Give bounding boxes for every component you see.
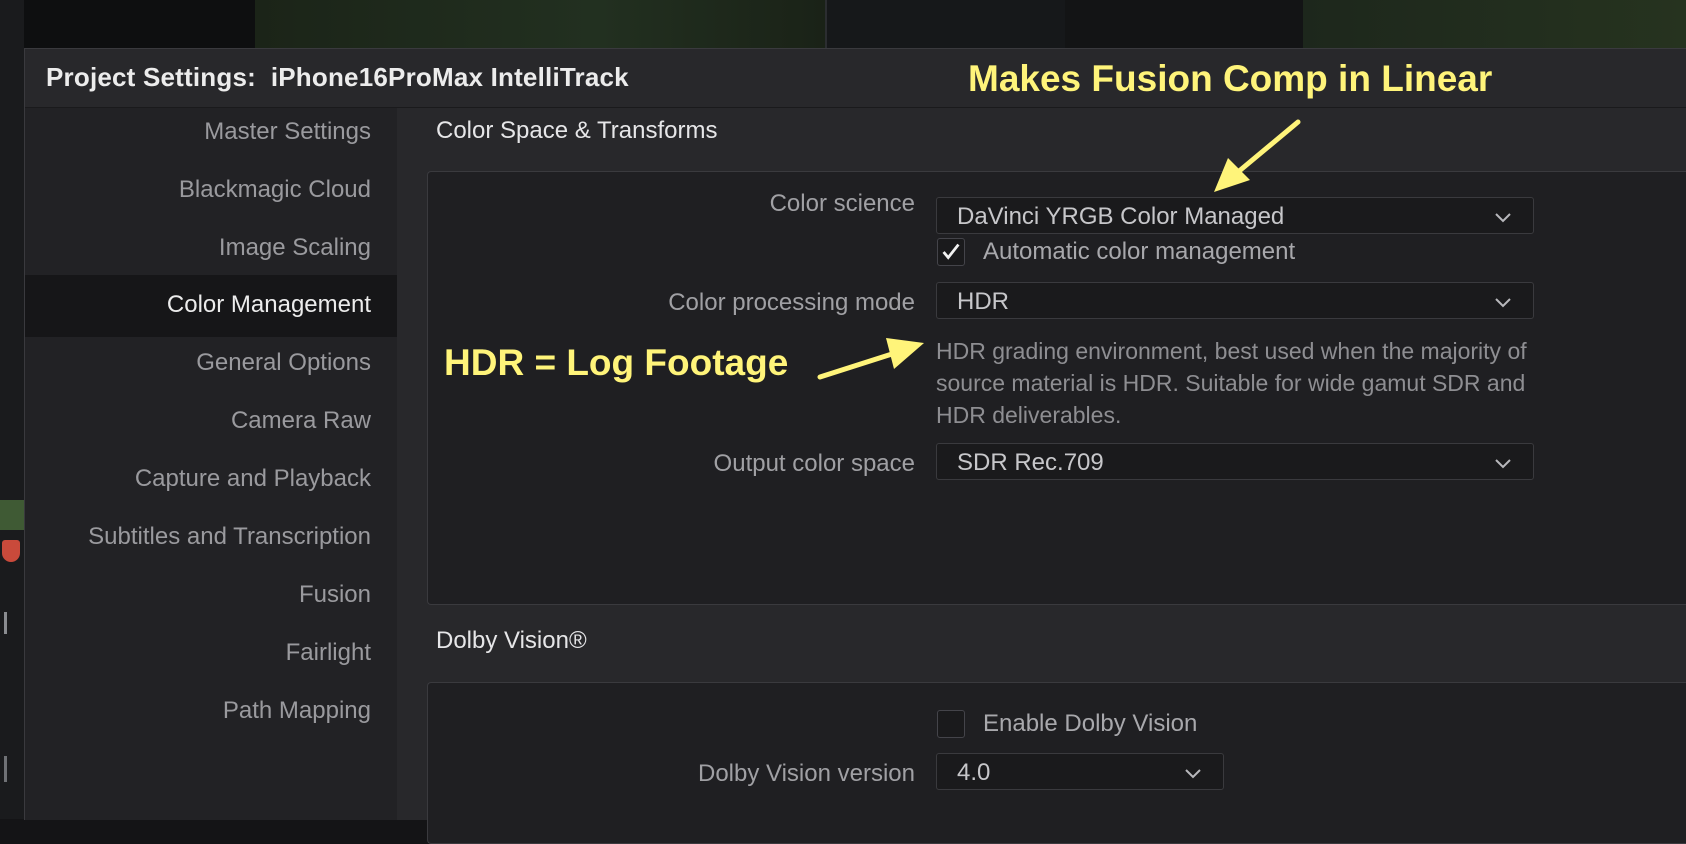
background-viewer-4	[1303, 0, 1686, 48]
output-color-space-value: SDR Rec.709	[957, 449, 1104, 476]
dolby-version-dropdown[interactable]: 4.0	[936, 753, 1224, 790]
dolby-version-label: Dolby Vision version	[698, 760, 915, 787]
color-science-dropdown[interactable]: DaVinci YRGB Color Managed	[936, 197, 1534, 234]
auto-color-management-checkbox[interactable]	[937, 238, 965, 266]
background-viewer-2	[825, 0, 1067, 48]
background-viewer-3	[1065, 0, 1303, 48]
section-title-color-space: Color Space & Transforms	[436, 117, 718, 144]
timeline-clip	[0, 500, 24, 530]
color-science-value: DaVinci YRGB Color Managed	[957, 203, 1285, 230]
processing-mode-value: HDR	[957, 288, 1009, 315]
dialog-title: Project Settings: iPhone16ProMax Intelli…	[46, 62, 629, 92]
checkmark-icon	[942, 243, 960, 260]
sidebar-item-general-options[interactable]: General Options	[25, 349, 371, 377]
playhead-marker	[2, 540, 20, 562]
background-timeline	[0, 0, 24, 819]
color-science-label: Color science	[769, 190, 915, 217]
hdr-log-annotation: HDR = Log Footage	[444, 342, 789, 383]
sidebar-item-path-mapping[interactable]: Path Mapping	[25, 697, 371, 725]
sidebar-item-blackmagic-cloud[interactable]: Blackmagic Cloud	[25, 176, 371, 204]
processing-mode-label: Color processing mode	[668, 289, 915, 316]
enable-dolby-vision-label: Enable Dolby Vision	[983, 710, 1198, 737]
sidebar-item-capture-playback[interactable]: Capture and Playback	[25, 465, 371, 493]
timeline-tick	[4, 756, 7, 782]
sidebar-item-fusion[interactable]: Fusion	[25, 581, 371, 609]
sidebar-item-fairlight[interactable]: Fairlight	[25, 639, 371, 667]
processing-mode-dropdown[interactable]: HDR	[936, 282, 1534, 319]
output-color-space-label: Output color space	[713, 450, 915, 477]
chevron-down-icon	[1495, 213, 1511, 223]
chevron-down-icon	[1185, 769, 1201, 779]
sidebar-item-master-settings[interactable]: Master Settings	[25, 118, 371, 146]
sidebar-item-label: Color Management	[166, 291, 371, 318]
project-settings-dialog: Project Settings: iPhone16ProMax Intelli…	[24, 48, 1686, 844]
dolby-version-value: 4.0	[957, 759, 991, 786]
timeline-tick	[4, 612, 7, 634]
output-color-space-dropdown[interactable]: SDR Rec.709	[936, 443, 1534, 480]
fusion-linear-annotation: Makes Fusion Comp in Linear	[968, 58, 1493, 99]
enable-dolby-vision-checkbox[interactable]	[937, 710, 965, 738]
sidebar-item-image-scaling[interactable]: Image Scaling	[25, 234, 371, 262]
sidebar-item-color-management[interactable]: Color Management	[25, 275, 397, 337]
settings-sidebar: Master Settings Blackmagic Cloud Image S…	[25, 108, 397, 820]
auto-color-management-label: Automatic color management	[983, 238, 1296, 265]
chevron-down-icon	[1495, 459, 1511, 469]
background-viewer	[255, 0, 825, 48]
section-title-dolby-vision: Dolby Vision®	[436, 627, 587, 654]
processing-mode-description: HDR grading environment, best used when …	[936, 338, 1527, 428]
sidebar-item-subtitles[interactable]: Subtitles and Transcription	[25, 523, 371, 551]
sidebar-item-camera-raw[interactable]: Camera Raw	[25, 407, 371, 435]
chevron-down-icon	[1495, 298, 1511, 308]
